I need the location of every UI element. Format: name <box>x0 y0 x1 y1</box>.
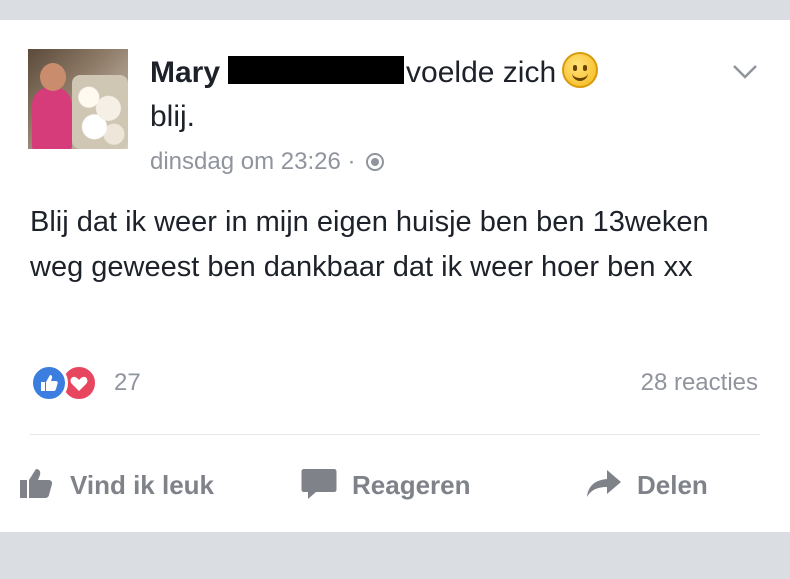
comment-button[interactable]: Reageren <box>300 462 471 508</box>
redacted-surname <box>228 56 405 84</box>
author-name[interactable]: Mary <box>150 56 220 89</box>
share-arrow-icon <box>585 466 623 500</box>
post-card: Mary voelde zich blij. dinsdag om 23:26 ·… <box>0 20 790 532</box>
divider <box>30 434 760 435</box>
avatar[interactable] <box>28 49 128 149</box>
feeling-text: voelde zich <box>406 56 557 89</box>
smiley-icon <box>562 52 599 88</box>
post-body: Blij dat ik weer in mijn eigen huisje be… <box>30 206 709 283</box>
share-label: Delen <box>637 470 708 500</box>
reaction-count: 27 <box>114 369 141 396</box>
post-meta: dinsdag om 23:26 · <box>150 145 385 179</box>
action-bar: Vind ik leuk Reageren Delen <box>0 462 790 512</box>
avatar-flowers <box>72 75 128 149</box>
share-button[interactable]: Delen <box>585 462 708 508</box>
comments-count[interactable]: 28 reacties <box>641 366 758 400</box>
timestamp[interactable]: dinsdag om 23:26 · <box>150 148 355 175</box>
feeling-suffix: blij. <box>150 100 196 133</box>
like-reaction-icon <box>30 364 68 402</box>
avatar-head <box>40 63 66 91</box>
like-button[interactable]: Vind ik leuk <box>18 462 214 508</box>
globe-icon[interactable] <box>366 153 385 171</box>
post-header: Mary voelde zich blij. <box>150 51 670 139</box>
chevron-down-icon[interactable] <box>728 58 762 88</box>
avatar-person <box>32 87 72 149</box>
thumbs-up-icon <box>18 466 56 500</box>
like-label: Vind ik leuk <box>70 470 215 500</box>
comment-label: Reageren <box>352 470 471 500</box>
comment-icon <box>300 466 338 500</box>
